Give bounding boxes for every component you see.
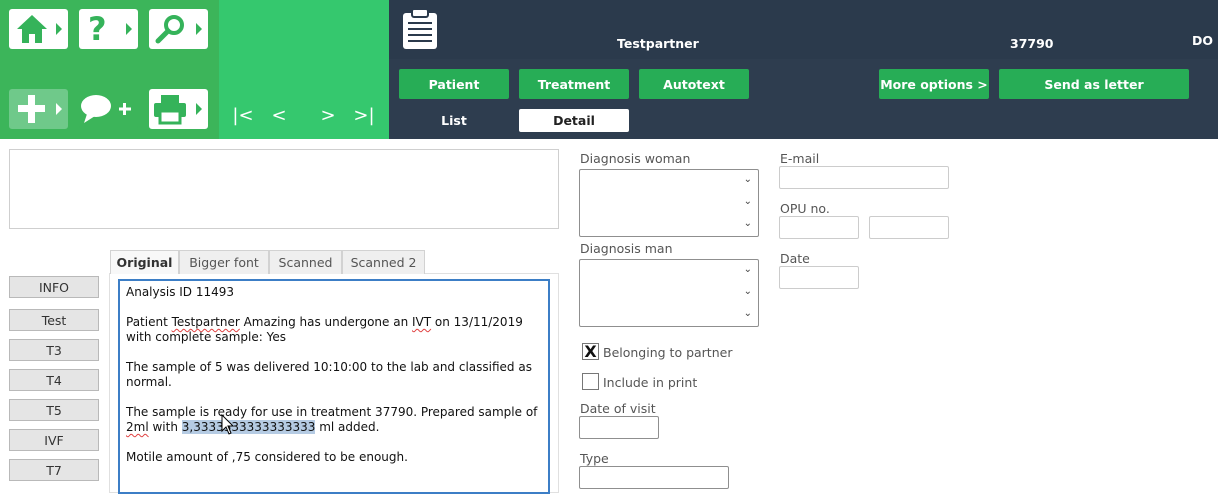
previous-record-button[interactable]: < <box>268 104 290 126</box>
treatment-button[interactable]: Treatment <box>519 69 629 99</box>
user-initials: DO <box>1192 33 1214 48</box>
include-in-print-checkbox[interactable] <box>582 373 599 390</box>
selected-text: 3,3333333333333333 <box>181 420 316 434</box>
patient-button[interactable]: Patient <box>399 69 509 99</box>
home-button[interactable] <box>9 9 68 49</box>
tab-scanned[interactable]: Scanned <box>269 250 342 274</box>
type-input[interactable] <box>579 466 729 489</box>
email-label: E-mail <box>780 151 820 166</box>
side-button-ivf[interactable]: IVF <box>9 429 99 451</box>
printer-icon <box>154 95 186 125</box>
clipboard-icon[interactable] <box>401 8 439 50</box>
partner-name: Testpartner <box>617 36 699 51</box>
opu-number-secondary-input[interactable] <box>869 216 949 239</box>
tab-detail[interactable]: Detail <box>519 109 629 132</box>
side-button-info[interactable]: INFO <box>9 276 99 298</box>
opu-number-label: OPU no. <box>780 201 830 216</box>
plus-icon <box>18 95 45 123</box>
date-label: Date <box>780 251 810 266</box>
opu-number-input[interactable] <box>779 216 859 239</box>
date-of-visit-input[interactable] <box>579 416 659 439</box>
home-icon <box>17 15 47 43</box>
chevron-down-icon: ⌄ <box>743 218 752 229</box>
autotext-button[interactable]: Autotext <box>639 69 749 99</box>
document-editor[interactable]: Analysis ID 11493 Patient Testpartner Am… <box>118 279 550 494</box>
delivery-paragraph: The sample of 5 was delivered 10:10:00 t… <box>126 360 532 389</box>
tab-list[interactable]: List <box>399 109 509 132</box>
preparation-paragraph: The sample is ready for use in treatment… <box>126 405 538 434</box>
diagnosis-man-label: Diagnosis man <box>580 241 673 256</box>
tab-original[interactable]: Original <box>110 250 179 274</box>
search-button[interactable] <box>149 9 208 49</box>
chevron-down-icon: ⌄ <box>743 308 752 319</box>
email-input[interactable] <box>779 166 949 189</box>
motile-paragraph: Motile amount of ,75 considered to be en… <box>126 450 408 464</box>
diagnosis-woman-select[interactable]: ⌄ ⌄ ⌄ <box>579 169 759 237</box>
notes-box[interactable] <box>9 149 559 229</box>
add-comment-button[interactable] <box>79 89 138 129</box>
magnifier-icon <box>155 15 184 44</box>
date-of-visit-label: Date of visit <box>580 401 656 416</box>
type-label: Type <box>580 451 609 466</box>
add-button[interactable] <box>9 89 68 129</box>
treatment-number: 37790 <box>1010 36 1054 51</box>
help-button[interactable]: ? <box>79 9 138 49</box>
top-toolbar: ? |< < > >| Testpartner 37790 DO Patient… <box>0 0 1218 139</box>
belonging-to-partner-checkbox[interactable]: X <box>582 342 599 361</box>
chevron-down-icon: ⌄ <box>743 196 752 207</box>
side-button-t7[interactable]: T7 <box>9 459 99 481</box>
date-input[interactable] <box>779 266 859 289</box>
tab-bigger-font[interactable]: Bigger font <box>179 250 269 274</box>
diagnosis-man-select[interactable]: ⌄ ⌄ ⌄ <box>579 259 759 327</box>
include-in-print-label: Include in print <box>603 375 698 390</box>
last-record-button[interactable]: >| <box>353 104 375 126</box>
side-button-t3[interactable]: T3 <box>9 339 99 361</box>
chevron-down-icon: ⌄ <box>743 174 752 185</box>
more-options-button[interactable]: More options > <box>879 69 989 99</box>
print-button[interactable] <box>149 89 208 129</box>
analysis-id-line: Analysis ID 11493 <box>126 285 235 299</box>
belonging-to-partner-label: Belonging to partner <box>603 345 733 360</box>
first-record-button[interactable]: |< <box>232 104 254 126</box>
patient-paragraph: Patient Testpartner Amazing has undergon… <box>126 315 523 344</box>
side-button-t5[interactable]: T5 <box>9 399 99 421</box>
send-as-letter-button[interactable]: Send as letter <box>999 69 1189 99</box>
speech-bubble-plus-icon <box>81 95 131 123</box>
mouse-cursor-icon <box>221 414 235 435</box>
side-button-test[interactable]: Test <box>9 309 99 331</box>
next-record-button[interactable]: > <box>317 104 339 126</box>
diagnosis-woman-label: Diagnosis woman <box>580 151 691 166</box>
chevron-down-icon: ⌄ <box>743 286 752 297</box>
chevron-down-icon: ⌄ <box>743 264 752 275</box>
side-button-t4[interactable]: T4 <box>9 369 99 391</box>
header-title-strip <box>389 0 1218 59</box>
question-icon: ? <box>88 10 107 48</box>
tab-scanned-2[interactable]: Scanned 2 <box>342 250 425 274</box>
